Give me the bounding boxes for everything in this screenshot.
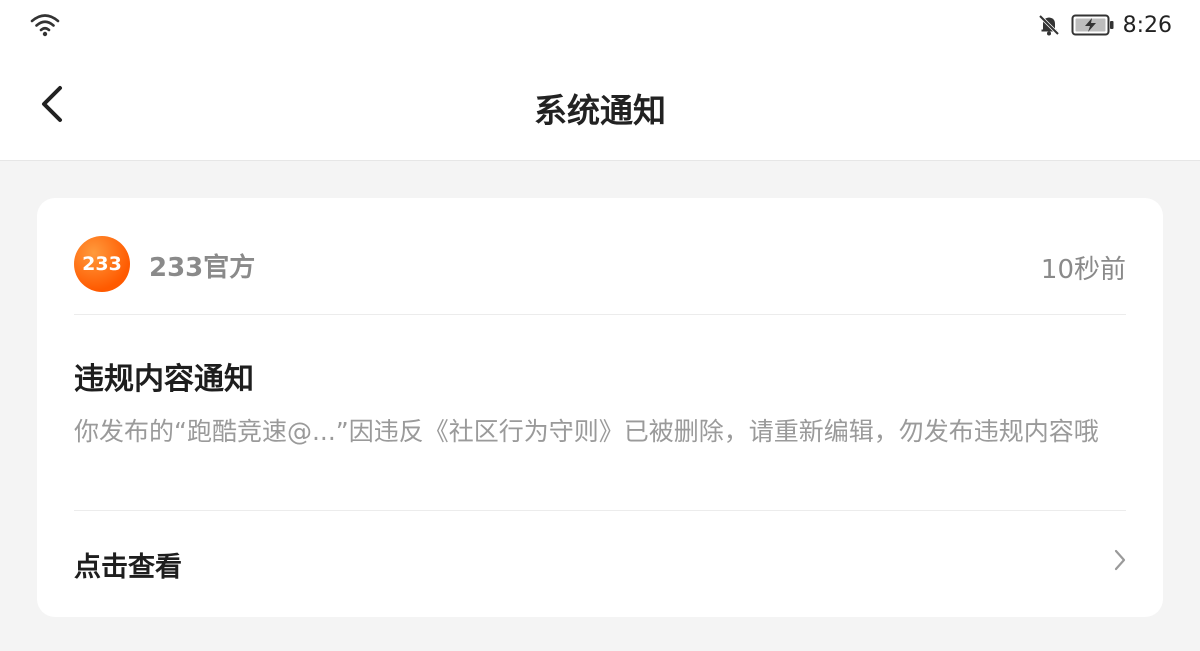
view-details-label: 点击查看 xyxy=(74,552,182,583)
notification-body: 你发布的“跑酷竞速@...”因违反《社区行为守则》已被删除，请重新编辑，勿发布违… xyxy=(74,417,1099,446)
status-right: 8:26 xyxy=(1037,10,1172,40)
divider xyxy=(74,314,1126,315)
avatar-text: 233 xyxy=(82,253,122,275)
avatar: 233 xyxy=(74,236,130,292)
chevron-right-icon xyxy=(1114,549,1126,571)
view-details-button[interactable]: 点击查看 xyxy=(37,511,1163,617)
wifi-icon xyxy=(30,14,60,37)
sender-name: 233官方 xyxy=(149,253,256,283)
page-title: 系统通知 xyxy=(534,91,666,130)
status-bar: 8:26 xyxy=(0,0,1200,50)
notification-time: 10秒前 xyxy=(1040,255,1126,285)
battery-charging-icon xyxy=(1071,14,1114,36)
notification-title: 违规内容通知 xyxy=(74,362,254,397)
notification-card: 233 233官方 10秒前 违规内容通知 你发布的“跑酷竞速@...”因违反《… xyxy=(37,198,1163,617)
bell-off-icon xyxy=(1038,14,1059,36)
header: 系统通知 xyxy=(0,50,1200,161)
status-time: 8:26 xyxy=(1122,12,1172,38)
